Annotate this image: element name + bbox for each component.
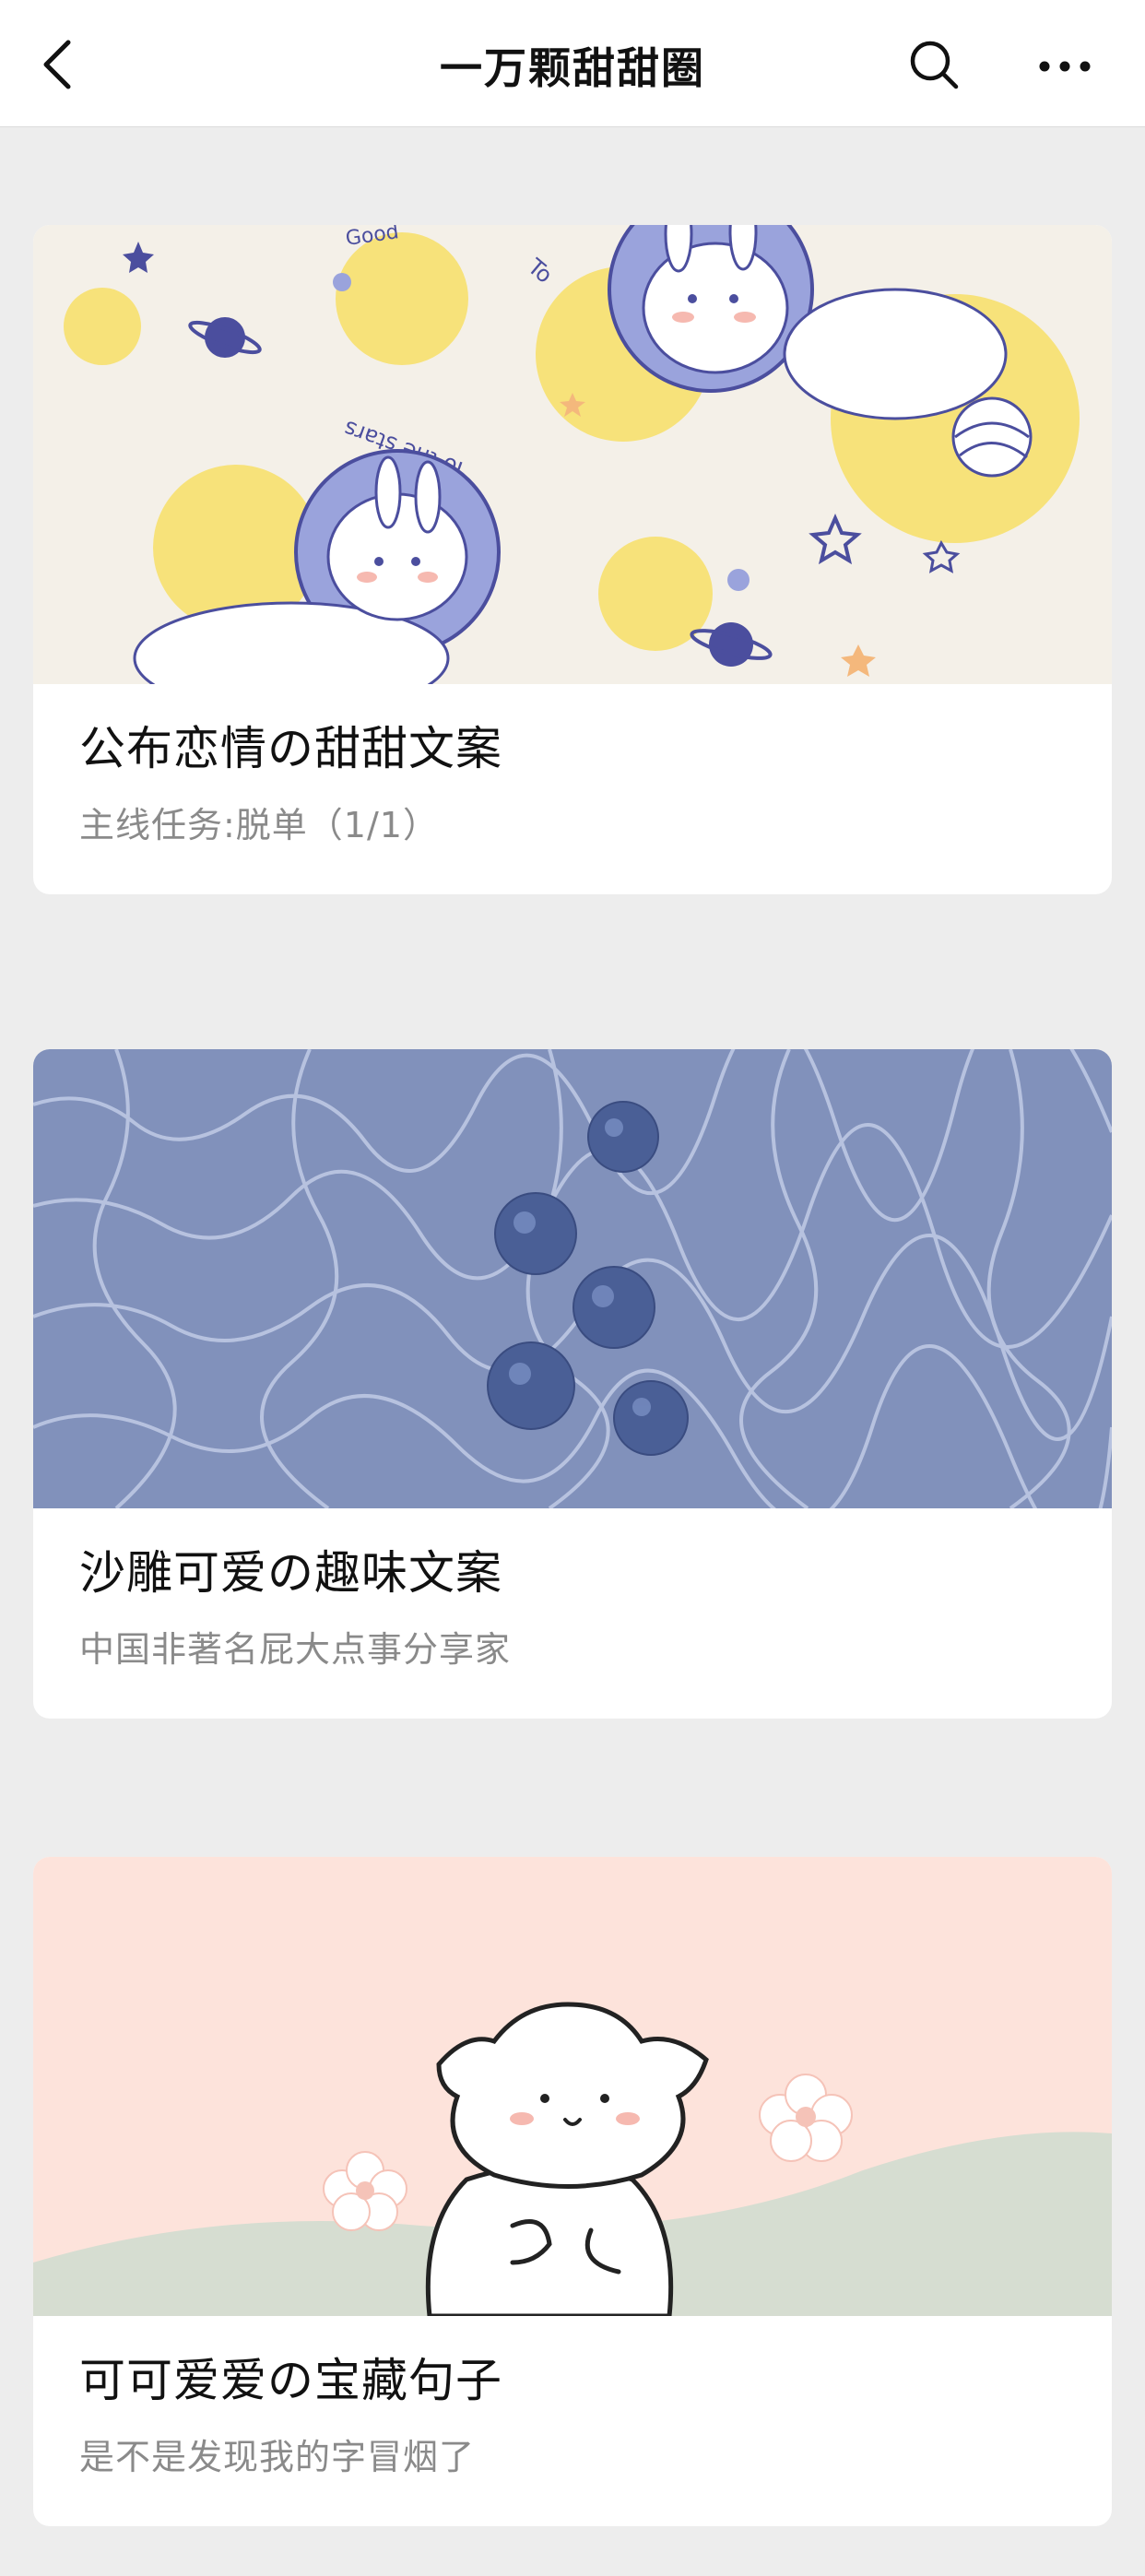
article-title: 公布恋情の甜甜文案 <box>79 722 502 775</box>
more-button[interactable] <box>1037 48 1092 85</box>
article-cover-image: Good To To the stars <box>33 225 1112 684</box>
article-caption: 公布恋情の甜甜文案 主线任务:脱单（1/1） <box>33 684 1112 894</box>
article-subtitle: 中国非著名屁大点事分享家 <box>79 1629 512 1670</box>
article-caption: 可可爱爱の宝藏句子 是不是发现我的字冒烟了 <box>33 2316 1112 2526</box>
article-cover-image <box>33 1049 1112 1508</box>
article-subtitle: 是不是发现我的字冒烟了 <box>79 2437 476 2477</box>
search-icon <box>910 41 959 89</box>
article-cover-image <box>33 1857 1112 2316</box>
more-horizontal-icon <box>1039 61 1091 72</box>
article-card[interactable]: 可可爱爱の宝藏句子 是不是发现我的字冒烟了 <box>33 1857 1112 2526</box>
navigation-bar: 一万颗甜甜圈 <box>0 0 1145 127</box>
blueberries-in-water-photo <box>33 1049 1112 1508</box>
bunny-astronaut-illustration: Good To To the stars <box>33 225 1112 684</box>
article-card[interactable]: Good To To the stars <box>33 225 1112 894</box>
search-button[interactable] <box>908 39 960 90</box>
white-cat-doodle-illustration <box>33 1857 1112 2316</box>
article-subtitle: 主线任务:脱单（1/1） <box>79 805 439 845</box>
article-caption: 沙雕可爱の趣味文案 中国非著名屁大点事分享家 <box>33 1508 1112 1719</box>
page-title: 一万颗甜甜圈 <box>440 43 705 93</box>
article-title: 可可爱爱の宝藏句子 <box>79 2354 502 2407</box>
article-card[interactable]: 沙雕可爱の趣味文案 中国非著名屁大点事分享家 <box>33 1049 1112 1719</box>
article-title: 沙雕可爱の趣味文案 <box>79 1546 502 1600</box>
